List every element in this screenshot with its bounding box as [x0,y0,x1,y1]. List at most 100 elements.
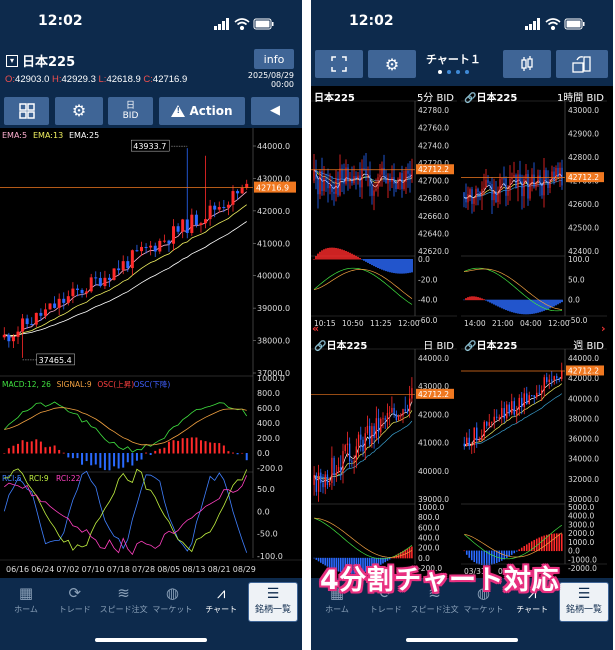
expand-icon [331,56,347,72]
osc-bar [485,299,487,301]
osc-bar [99,453,102,468]
candle [371,186,373,196]
osc-bar [204,441,207,454]
timeframe-button[interactable]: 日 BID [108,97,153,125]
candle [473,427,475,446]
candle [523,393,525,407]
osc-bar [471,296,473,301]
collapse-button[interactable]: ◀ [251,97,299,125]
candle [359,175,361,188]
main-chart[interactable]: EMA:5 EMA:13 EMA:25 44000.0 43000.0 42000.0 41… [0,128,302,578]
date-tick: 10:50 [342,319,364,328]
right-phone-screen: 12:02 ⚙ チャート１ 42780.0 42760.0 42740.0 42720… [311,0,613,650]
candle [343,179,345,184]
osc-bar [90,453,93,466]
info-button[interactable]: info [254,49,294,69]
osc-bar [555,299,557,306]
osc-bar [345,250,347,260]
osc-bar [517,299,519,314]
candle [331,185,333,192]
osc-bar [363,259,365,261]
osc-bar [518,549,521,552]
osc-bar [503,299,505,310]
osc-bar [477,297,479,301]
osc-bar [403,259,405,274]
tab-icon: ⟳ [68,584,82,602]
chart-quad-4[interactable]: 44000.0 42000.0 40000.0 38000.0 36000.0 34000… [461,334,607,580]
tab-1[interactable]: ▦ ホーム [2,582,50,622]
chart-quad-1[interactable]: 42780.0 42760.0 42740.0 42720.0 42700.0 42680… [311,86,457,332]
chart-quad-3[interactable]: 44000.0 43000.0 42000.0 41000.0 40000.0 39000… [311,334,457,580]
macd-tick: 0.0 [257,449,270,458]
candle [507,190,509,196]
osc-bar [521,299,523,315]
osc-bar [335,247,337,260]
settings-button[interactable]: ⚙ [368,50,416,78]
date-tick: 04:00 [520,319,542,328]
layout-button[interactable] [4,97,49,125]
candle [551,171,553,180]
osc-bar [313,259,315,260]
action-button[interactable]: Action [159,97,245,125]
date-tick: 12:00 [548,319,570,328]
candle [71,288,75,297]
rci-legend: RCI:9 [29,474,49,483]
tab-bar: ▦ ホーム ⟳ トレード ≋ スピード注文 ◍ マーケット ⩘ チャート ☰ 銘柄一覧 [0,578,302,626]
osc-bar [401,259,403,274]
quad-symbol: 🔗日本225 [314,341,368,352]
osc-tick: 1000.0 [568,538,594,547]
ohlc-readout: O:42903.0 H:42929.3 L:42618.9 C:42716.9 [5,74,188,85]
chart-type-button[interactable] [503,50,551,78]
candle [382,418,384,420]
candle [89,277,93,292]
tab-icon: ◍ [165,584,179,602]
candle [555,167,557,182]
rci-tick: 0.0 [257,507,270,516]
price-tick: 42700.0 [418,177,449,186]
symbol-list-tab[interactable]: ☰ 銘柄一覧 [248,582,298,622]
tab-4[interactable]: ◍ マーケット [148,582,196,622]
tab-2[interactable]: ⟳ トレード [51,582,99,622]
osc-bar [483,299,485,301]
settings-button[interactable]: ⚙ [55,97,103,125]
warning-icon [171,105,186,117]
osc-bar [487,299,489,302]
chart-quad-2[interactable]: 43000.042900.042800.042700.042600.042500… [461,86,607,332]
candle [329,185,331,189]
osc-bar [30,441,33,454]
symbol-list-tab[interactable]: ☰ 銘柄一覧 [559,582,609,622]
home-indicator [95,638,207,642]
osc-bar [67,453,70,458]
tab-5[interactable]: ⩘ チャート [197,582,245,622]
symbol-selector[interactable]: ▾ 日本225 [6,51,75,70]
candle [117,268,121,271]
osc-bar [81,453,84,465]
candle [315,169,317,179]
osc-tick: 800.0 [418,513,440,522]
candle [326,474,329,486]
osc-bar [218,443,221,454]
candle [487,180,489,183]
osc-bar [351,253,353,260]
candle [528,395,530,405]
rotate-button[interactable] [556,50,608,78]
osc-bar [523,299,525,315]
tab-3[interactable]: ≋ スピード注文 [100,582,148,622]
next-page-icon[interactable]: › [601,322,606,335]
signal-icon [525,18,540,30]
candle [379,174,381,178]
candle [48,303,52,310]
osc-bar [411,259,413,273]
prev-page-icon[interactable]: « [312,322,319,335]
candle [194,214,198,226]
candle [391,407,393,413]
candle [525,174,527,179]
candle [471,189,473,204]
fullscreen-button[interactable] [315,50,363,78]
candle [493,416,495,422]
price-tick: 42680.0 [418,194,449,203]
osc-bar [515,299,517,314]
current-price-label: 42712.2 [568,366,599,375]
osc-tick: 400.0 [418,534,440,543]
candle [533,174,535,188]
